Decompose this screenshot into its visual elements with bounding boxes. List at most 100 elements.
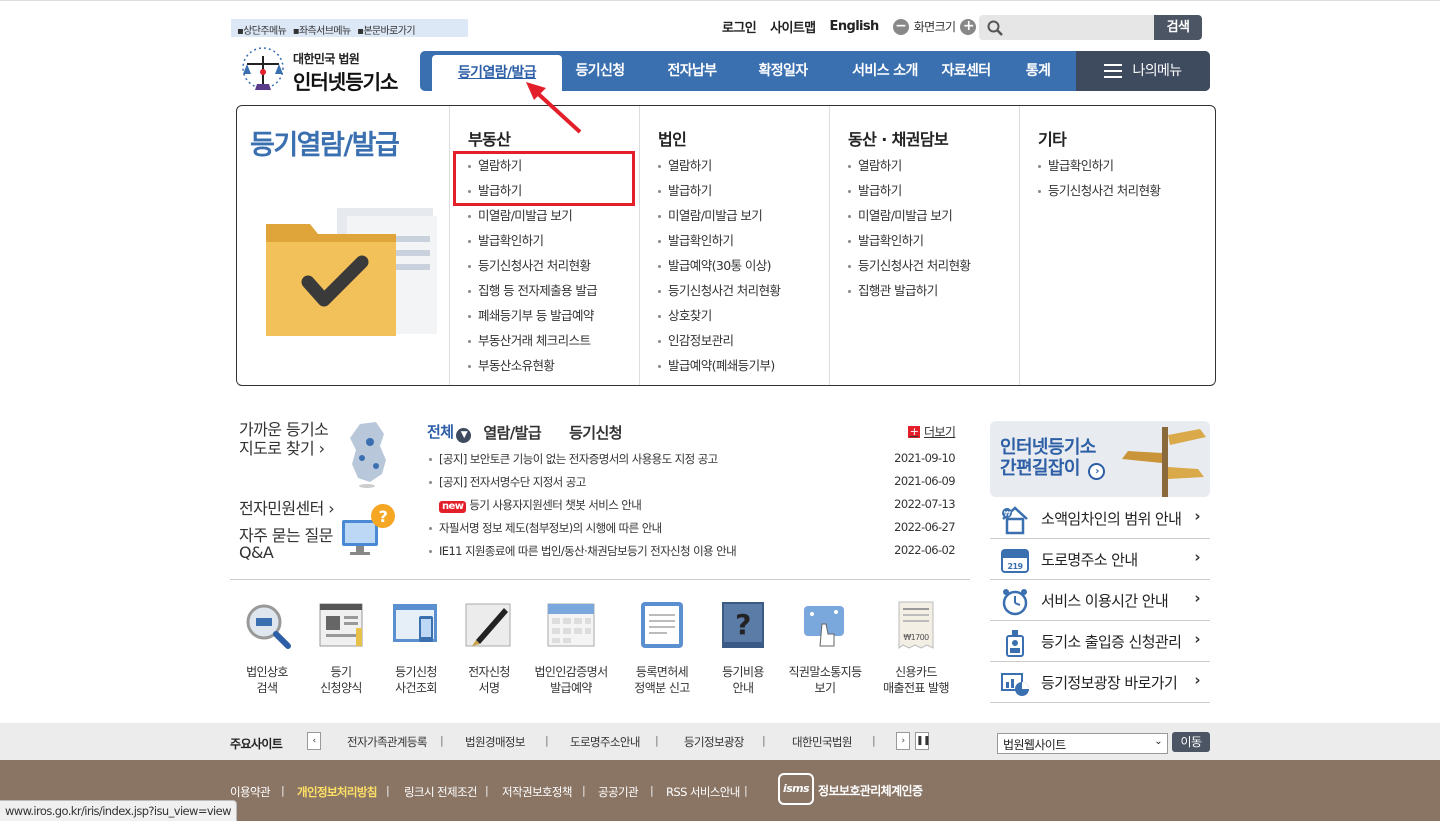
menu-link[interactable]: 부동산거래 체크리스트 (468, 331, 597, 356)
faq-title[interactable]: 자주 묻는 질문 (239, 527, 334, 544)
right-link-small-tenant[interactable]: ₩ 소액임차인의 범위 안내 › (990, 498, 1210, 539)
site-link[interactable]: 도로명주소안내 (570, 734, 640, 750)
easy-guide-banner[interactable]: 인터넷등기소 간편길잡이 › (990, 421, 1210, 497)
zoom-out-icon[interactable]: − (892, 18, 909, 35)
menu-link[interactable]: 미열람/미발급 보기 (468, 206, 597, 231)
chart-monitor-icon (1001, 673, 1029, 696)
gnb-item-service-intro[interactable]: 서비스 소개 (840, 51, 930, 91)
skip-link-content[interactable]: ▪본문바로가기 (357, 26, 415, 37)
menu-link[interactable]: 집행 등 전자제출용 발급 (468, 281, 598, 306)
right-link-access-pass[interactable]: 등기소 출입증 신청관리 › (990, 621, 1210, 662)
logo[interactable]: 대한민국 법원 인터넷등기소 (237, 42, 417, 94)
menu-link[interactable]: 집행관 발급하기 (848, 281, 970, 306)
faq-qa[interactable]: Q&A (239, 544, 334, 561)
svg-text:₩1700: ₩1700 (903, 633, 929, 642)
quick-license-tax[interactable]: 등록면허세 정액분 신고 (622, 600, 702, 696)
search-button[interactable]: 검색 (1154, 15, 1202, 40)
news-item[interactable]: IE11 지원종료에 따른 법인/동산·채권담보등기 전자신청 이용 안내 202… (429, 543, 956, 561)
menu-link[interactable]: 발급예약(30통 이상) (658, 256, 780, 281)
english-link[interactable]: English (830, 19, 880, 34)
isms-certification[interactable]: isms 정보보호관리체계인증 (778, 773, 928, 807)
menu-link[interactable]: 인감정보관리 (658, 331, 780, 356)
prev-arrow-icon[interactable]: ‹ (307, 732, 321, 750)
menu-link[interactable]: 발급하기 (658, 181, 780, 206)
gnb-item-statistics[interactable]: 통계 (1020, 51, 1056, 91)
menu-link[interactable]: 등기신청사건 처리현황 (848, 256, 971, 281)
menu-link[interactable]: 발급확인하기 (468, 231, 597, 256)
menu-link[interactable]: 미열람/미발급 보기 (658, 206, 780, 231)
search-input[interactable] (979, 15, 1154, 40)
menu-link[interactable]: 발급확인하기 (1038, 156, 1160, 181)
login-link[interactable]: 로그인 (722, 17, 757, 36)
mega-col-etc: 기타 발급확인하기 등기신청사건 처리현황 (1019, 106, 1215, 385)
menu-link[interactable]: 발급예약(폐쇄등기부) (658, 356, 780, 381)
next-arrow-icon[interactable]: › (896, 732, 910, 750)
skip-link-top[interactable]: ▪상단주메뉴 (237, 26, 287, 37)
news-item[interactable]: 자필서명 정보 제도(첨부정보)의 시행에 따른 안내 2022-06-27 (429, 520, 956, 538)
e-civil-center-link[interactable]: 전자민원센터 › (239, 500, 335, 517)
gnb-item-data-center[interactable]: 자료센터 (938, 51, 994, 91)
footer-link-terms[interactable]: 이용약관 (230, 784, 271, 800)
my-menu-button[interactable]: 나의메뉴 (1076, 51, 1210, 91)
right-link-road-address[interactable]: 219 도로명주소 안내 › (990, 539, 1210, 580)
menu-link[interactable]: 등기신청사건 처리현황 (1038, 181, 1161, 206)
mega-col-title: 법인 (658, 130, 687, 149)
quick-apply-form[interactable]: 등기 신청양식 (301, 600, 381, 696)
menu-link[interactable]: 등기신청사건 처리현황 (468, 256, 597, 281)
quick-card-receipt[interactable]: ₩1700 신용카드 매출전표 발행 (874, 600, 958, 696)
utility-nav: 로그인 사이트맵 English − 화면크기 + (722, 17, 977, 36)
more-link[interactable]: + 더보기 (908, 423, 956, 440)
right-link-registry-data-plaza[interactable]: 등기정보광장 바로가기 › (990, 662, 1210, 703)
menu-link[interactable]: 열람하기 (658, 156, 780, 181)
footer-link-copyright[interactable]: 저작권보호정책 (502, 784, 572, 800)
menu-link[interactable]: 미열람/미발급 보기 (848, 206, 970, 231)
gnb-item-e-payment[interactable]: 전자납부 (660, 51, 724, 91)
gnb-item-fixed-date[interactable]: 확정일자 (750, 51, 816, 91)
footer-link-public-agency[interactable]: 공공기관 (598, 784, 639, 800)
menu-link[interactable]: 발급확인하기 (658, 231, 780, 256)
zoom-in-icon[interactable]: + (960, 18, 977, 35)
news-item[interactable]: [공지] 전자서명수단 지정서 공고 2021-06-09 (429, 474, 956, 492)
sitemap-link[interactable]: 사이트맵 (770, 17, 816, 36)
tab-all[interactable]: 전체 ▼ (427, 421, 472, 443)
site-link[interactable]: 법원경매정보 (465, 734, 525, 750)
menu-link[interactable]: 부동산소유현황 (468, 356, 597, 381)
quick-ex-officio-notice[interactable]: 직권말소통지등 보기 (780, 600, 870, 696)
e-civil-center[interactable]: 전자민원센터 › 자주 묻는 질문 Q&A (239, 500, 335, 561)
near-registry-link[interactable]: 가까운 등기소 지도로 찾기 › (239, 420, 329, 458)
go-button[interactable]: 이동 (1172, 732, 1210, 752)
logo-title: 인터넷등기소 (293, 70, 398, 94)
right-link-service-hours[interactable]: 서비스 이용시간 안내 › (990, 580, 1210, 621)
status-bar-url: www.iros.go.kr/iris/index.jsp?isu_view=v… (0, 800, 237, 821)
site-link[interactable]: 등기정보광장 (684, 734, 744, 750)
quick-case-lookup[interactable]: 등기신청 사건조회 (376, 600, 456, 696)
footer-link-link-policy[interactable]: 링크시 전제조건 (404, 784, 478, 800)
address-sign-icon: 219 (1001, 549, 1029, 573)
mega-menu-title: 등기열람/발급 (250, 130, 400, 161)
menu-link[interactable]: 발급확인하기 (848, 231, 970, 256)
quick-registry-fee[interactable]: ? 등기비용 안내 (703, 600, 783, 696)
svg-text:?: ? (735, 608, 751, 641)
pause-icon[interactable]: ❚❚ (915, 732, 930, 750)
footer-link-privacy[interactable]: 개인정보처리방침 (297, 784, 377, 800)
tab-view-issue[interactable]: 열람/발급 (483, 422, 541, 443)
near-registry-title: 가까운 등기소 (239, 420, 329, 439)
svg-text:219: 219 (1008, 562, 1024, 571)
quick-corp-search[interactable]: 법인상호 검색 (227, 600, 307, 696)
site-link[interactable]: 대한민국법원 (792, 734, 852, 750)
menu-link[interactable]: 등기신청사건 처리현황 (658, 281, 781, 306)
menu-link[interactable]: 열람하기 (848, 156, 970, 181)
quick-seal-certificate[interactable]: 법인인감증명서 발급예약 (531, 600, 611, 696)
site-select[interactable]: 법원웹사이트 ⌄ (997, 733, 1168, 754)
menu-link[interactable]: 상호찾기 (658, 306, 780, 331)
news-item[interactable]: [공지] 보안토큰 기능이 없는 전자증명서의 사용용도 지정 공고 2021-0… (429, 451, 956, 469)
menu-link[interactable]: 발급하기 (848, 181, 970, 206)
news-item[interactable]: new 등기 사용자지원센터 챗봇 서비스 안내 2022-07-13 (429, 497, 956, 515)
skip-link-left[interactable]: ▪좌측서브메뉴 (293, 26, 351, 37)
footer-link-rss[interactable]: RSS 서비스안내 (666, 784, 740, 800)
menu-link[interactable]: 폐쇄등기부 등 발급예약 (468, 306, 597, 331)
quick-e-signature[interactable]: 전자신청 서명 (449, 600, 529, 696)
hamburger-icon (1104, 64, 1123, 78)
site-link[interactable]: 전자가족관계등록 (347, 734, 427, 750)
tab-registry-apply[interactable]: 등기신청 (569, 422, 622, 443)
